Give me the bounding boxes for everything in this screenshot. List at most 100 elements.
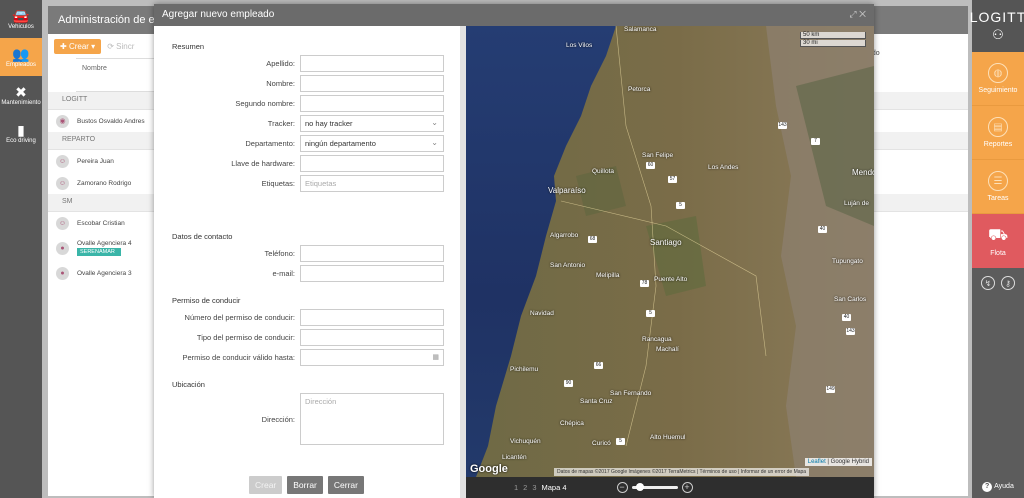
nombre-input[interactable] (300, 75, 444, 92)
map-label: Vichuquén (510, 438, 541, 445)
map-view[interactable]: 50 km 30 mi Salamanca Los Vilos Petorca … (466, 26, 874, 477)
leaflet-link[interactable]: Leaflet (808, 459, 826, 465)
map-page-current[interactable]: Mapa 4 (542, 483, 567, 492)
form-buttons: Crear Borrar Cerrar (249, 476, 364, 494)
wrench-icon: ✖ (15, 83, 27, 100)
avatar: ☺ (56, 154, 69, 168)
map-page-1[interactable]: 1 (514, 483, 518, 492)
nav-empleados[interactable]: 👥 Empleados (0, 38, 42, 76)
segundo-nombre-input[interactable] (300, 95, 444, 112)
borrar-button[interactable]: Borrar (287, 476, 323, 494)
fleet-icon: ⛟ (987, 226, 1009, 244)
chevron-down-icon: ⌄ (431, 118, 438, 127)
map-page-2[interactable]: 2 (523, 483, 527, 492)
sync-button[interactable]: ⟳ Sincr (107, 42, 134, 51)
section-permiso: Permiso de conducir (172, 296, 241, 305)
tasks-icon: ☰ (988, 171, 1008, 191)
nav-tareas[interactable]: ☰ Tareas (972, 160, 1024, 214)
permiso-valido-input[interactable]: ▦ (300, 349, 444, 366)
nav-flota[interactable]: ⛟ Flota (972, 214, 1024, 268)
highway-shield: 143 (778, 122, 787, 129)
nav-vehiculos[interactable]: 🚘 Vehiculos (0, 0, 42, 38)
crear-button[interactable]: Crear (249, 476, 283, 494)
zoom-control: − + (616, 482, 693, 493)
departamento-select[interactable]: ningún departamento ⌄ (300, 135, 444, 152)
map-label: Rancagua (642, 336, 672, 343)
nav-seguimiento[interactable]: ◍ Seguimiento (972, 52, 1024, 106)
map-scale: 50 km 30 mi (800, 32, 866, 48)
help-icon: ? (982, 482, 993, 492)
zoom-out-icon[interactable]: − (616, 482, 628, 493)
map-label: San Felipe (642, 152, 674, 159)
email-input[interactable] (300, 265, 444, 282)
label-tipo-permiso: Tipo del permiso de conducir: (196, 333, 295, 342)
label-tracker: Tracker: (267, 119, 295, 128)
llave-input[interactable] (300, 155, 444, 172)
label-etiquetas: Etiquetas: (261, 179, 295, 188)
user-icon[interactable]: ⚇ (992, 27, 1004, 43)
tools: ↯ ⚷ (972, 276, 1024, 290)
map-label: Santa Cruz (580, 398, 613, 405)
section-contacto: Datos de contacto (172, 232, 233, 241)
route-icon[interactable]: ↯ (981, 276, 995, 290)
map-label: Petorca (628, 86, 651, 93)
cerrar-button[interactable]: Cerrar (327, 476, 364, 494)
create-button[interactable]: ✚ Crear ▾ (54, 38, 102, 54)
key-icon[interactable]: ⚷ (1001, 276, 1015, 290)
chevron-down-icon: ⌄ (431, 138, 438, 147)
tipo-permiso-input[interactable] (300, 329, 444, 346)
highway-shield: 68 (588, 236, 597, 243)
map-label: Curicó (592, 440, 611, 447)
numero-permiso-input[interactable] (300, 309, 444, 326)
nav-reportes[interactable]: ▤ Reportes (972, 106, 1024, 160)
map-footer: 1 2 3 Mapa 4 − + (466, 477, 874, 498)
apellido-input[interactable] (300, 55, 444, 72)
zoom-slider[interactable] (631, 483, 678, 491)
help-link[interactable]: ? Ayuda (972, 482, 1024, 492)
zoom-knob[interactable] (636, 483, 645, 491)
map-label: Mendo (852, 168, 874, 177)
map-label: Salamanca (624, 26, 657, 33)
tracker-select[interactable]: no hay tracker ⌄ (300, 115, 444, 132)
chart-icon: ▮ (17, 121, 25, 138)
nav-mantenimiento[interactable]: ✖ Mantenimiento (0, 76, 42, 114)
map-page-3[interactable]: 3 (532, 483, 536, 492)
people-icon: 👥 (12, 45, 30, 62)
dialog-title: Agregar nuevo empleado (162, 9, 275, 20)
highway-shield: 5 (676, 202, 685, 209)
highway-shield: 60 (646, 162, 655, 169)
map-label: Algarrobo (550, 232, 579, 239)
map-attribution[interactable]: Datos de mapas ©2017 Google Imágenes ©20… (554, 468, 810, 476)
label-departamento: Departamento: (245, 139, 295, 148)
map-label: Tupungato (832, 258, 863, 265)
status-badge: SERENAMAR (77, 248, 121, 256)
car-icon: 🚘 (12, 7, 30, 24)
dialog-header: Agregar nuevo empleado ⤢ ✕ (154, 4, 874, 26)
label-numero-permiso: Número del permiso de conducir: (184, 313, 295, 322)
map-label: Navidad (530, 310, 554, 317)
map-label: San Fernando (610, 390, 652, 397)
section-resumen: Resumen (172, 42, 205, 51)
column-header-nombre[interactable]: Nombre (76, 58, 156, 92)
etiquetas-input[interactable]: Etiquetas (300, 175, 444, 192)
label-telefono: Teléfono: (264, 249, 295, 258)
close-icon[interactable]: ✕ (859, 9, 866, 19)
label-segundo-nombre: Segundo nombre: (235, 99, 295, 108)
expand-icon[interactable]: ⤢ (849, 9, 856, 19)
nav-eco-driving[interactable]: ▮ Eco driving (0, 114, 42, 152)
section-ubicacion: Ubicación (172, 380, 205, 389)
label-permiso-valido: Permiso de conducir válido hasta: (182, 353, 295, 362)
zoom-in-icon[interactable]: + (681, 482, 693, 493)
telefono-input[interactable] (300, 245, 444, 262)
highway-shield: 143 (846, 328, 855, 335)
dialog-controls: ⤢ ✕ (849, 9, 866, 20)
map-label: Quillota (592, 168, 615, 175)
highway-shield: 5 (646, 310, 655, 317)
highway-shield: 90 (564, 380, 573, 387)
calendar-icon[interactable]: ▦ (432, 353, 439, 361)
logo: LOGITT (969, 9, 1024, 25)
map-label: Chépica (560, 420, 584, 427)
direccion-textarea[interactable]: Dirección (300, 393, 444, 445)
label-llave: Llave de hardware: (231, 159, 295, 168)
highway-shield: 40 (818, 226, 827, 233)
